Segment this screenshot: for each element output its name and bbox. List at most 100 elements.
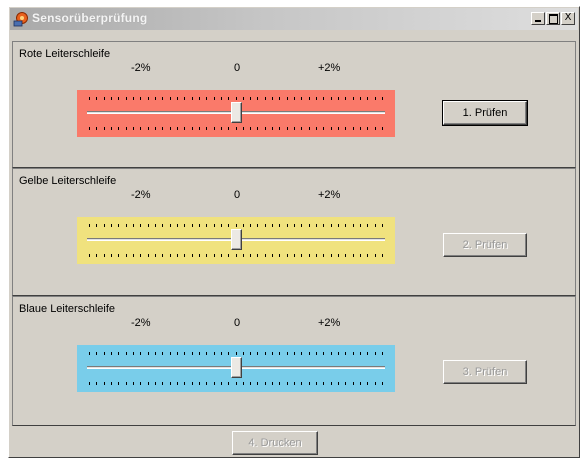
scale-zero-label: 0 [234,317,241,329]
slider-tick [147,224,149,227]
slider-tick [103,254,105,257]
slider-tick [169,382,171,385]
slider-tick [338,127,340,130]
slider-tick [176,352,178,355]
scale-max-label: +2% [318,189,341,201]
slider-tick [118,97,120,100]
minimize-button[interactable] [531,12,545,25]
slider-tick [118,382,120,385]
slider-tick [338,352,340,355]
slider-tick [330,382,332,385]
maximize-button[interactable] [546,12,560,25]
slider-tick [213,97,215,100]
slider-tick [184,254,186,257]
slider-thumb[interactable] [231,357,242,378]
slider-tick [147,352,149,355]
slider-tick [235,224,237,227]
slider-tick [162,97,164,100]
slider-tick [220,254,222,257]
slider-tick [330,97,332,100]
slider-tick [176,382,178,385]
blue-loop-slider[interactable] [77,345,395,392]
blue-loop-title: Blaue Leiterschleife [19,303,116,315]
slider-tick [316,97,318,100]
slider-tick [154,224,156,227]
slider-tick [286,224,288,227]
slider-tick [294,127,296,130]
slider-tick [184,97,186,100]
slider-tick [286,382,288,385]
slider-tick [250,352,252,355]
slider-tick [89,352,90,355]
window-title: Sensorüberprüfung [32,11,148,25]
slider-tick [154,127,156,130]
slider-tick [162,382,164,385]
print-button[interactable]: 4. Drucken [232,431,318,455]
red-loop-panel: Rote Leiterschleife -2% 0 +2% 1. Prüfen [12,41,576,168]
app-icon[interactable] [13,11,29,27]
slider-tick [96,97,98,100]
minimize-icon [535,20,541,22]
slider-tick [213,127,215,130]
slider-tick [279,127,281,130]
slider-tick [140,224,142,227]
red-loop-slider[interactable] [77,90,395,137]
slider-tick [272,382,274,385]
slider-tick [96,254,98,257]
slider-tick [257,352,259,355]
slider-thumb[interactable] [231,102,242,123]
slider-tick [367,127,369,130]
slider-tick [89,382,90,385]
check-2-button[interactable]: 2. Prüfen [443,233,527,257]
slider-tick [345,382,347,385]
slider-tick [242,224,244,227]
slider-tick [374,97,376,100]
slider-tick [294,382,296,385]
check-1-button[interactable]: 1. Prüfen [442,100,528,126]
slider-tick [154,352,156,355]
slider-tick [132,127,134,130]
yellow-loop-slider[interactable] [77,217,395,264]
slider-tick [323,97,325,100]
slider-thumb[interactable] [231,229,242,250]
slider-tick [235,382,237,385]
slider-tick [294,224,296,227]
slider-tick [382,127,383,130]
slider-tick [110,352,112,355]
slider-tick [301,382,303,385]
slider-tick [235,352,237,355]
slider-tick [301,127,303,130]
red-loop-title: Rote Leiterschleife [19,48,111,60]
slider-tick [89,97,90,100]
slider-tick [279,97,281,100]
slider-ticks-top [89,224,383,227]
slider-ticks-top [89,352,383,355]
slider-tick [228,224,230,227]
slider-tick [235,127,237,130]
slider-tick [162,254,164,257]
check-3-button[interactable]: 3. Prüfen [443,360,527,384]
slider-tick [382,352,383,355]
slider-tick [367,224,369,227]
slider-tick [235,97,237,100]
slider-tick [257,224,259,227]
slider-tick [220,127,222,130]
slider-tick [338,254,340,257]
slider-tick [140,127,142,130]
slider-tick [198,352,200,355]
slider-tick [352,97,354,100]
slider-tick [118,352,120,355]
slider-tick [367,97,369,100]
slider-tick [367,254,369,257]
slider-tick [176,224,178,227]
close-button[interactable]: X [561,12,575,25]
title-bar[interactable]: Sensorüberprüfung X [10,8,578,30]
slider-tick [242,352,244,355]
slider-tick [308,382,310,385]
slider-tick [191,97,193,100]
maximize-icon [549,14,558,24]
slider-tick [125,254,127,257]
slider-tick [301,97,303,100]
slider-tick [228,127,230,130]
slider-tick [213,352,215,355]
